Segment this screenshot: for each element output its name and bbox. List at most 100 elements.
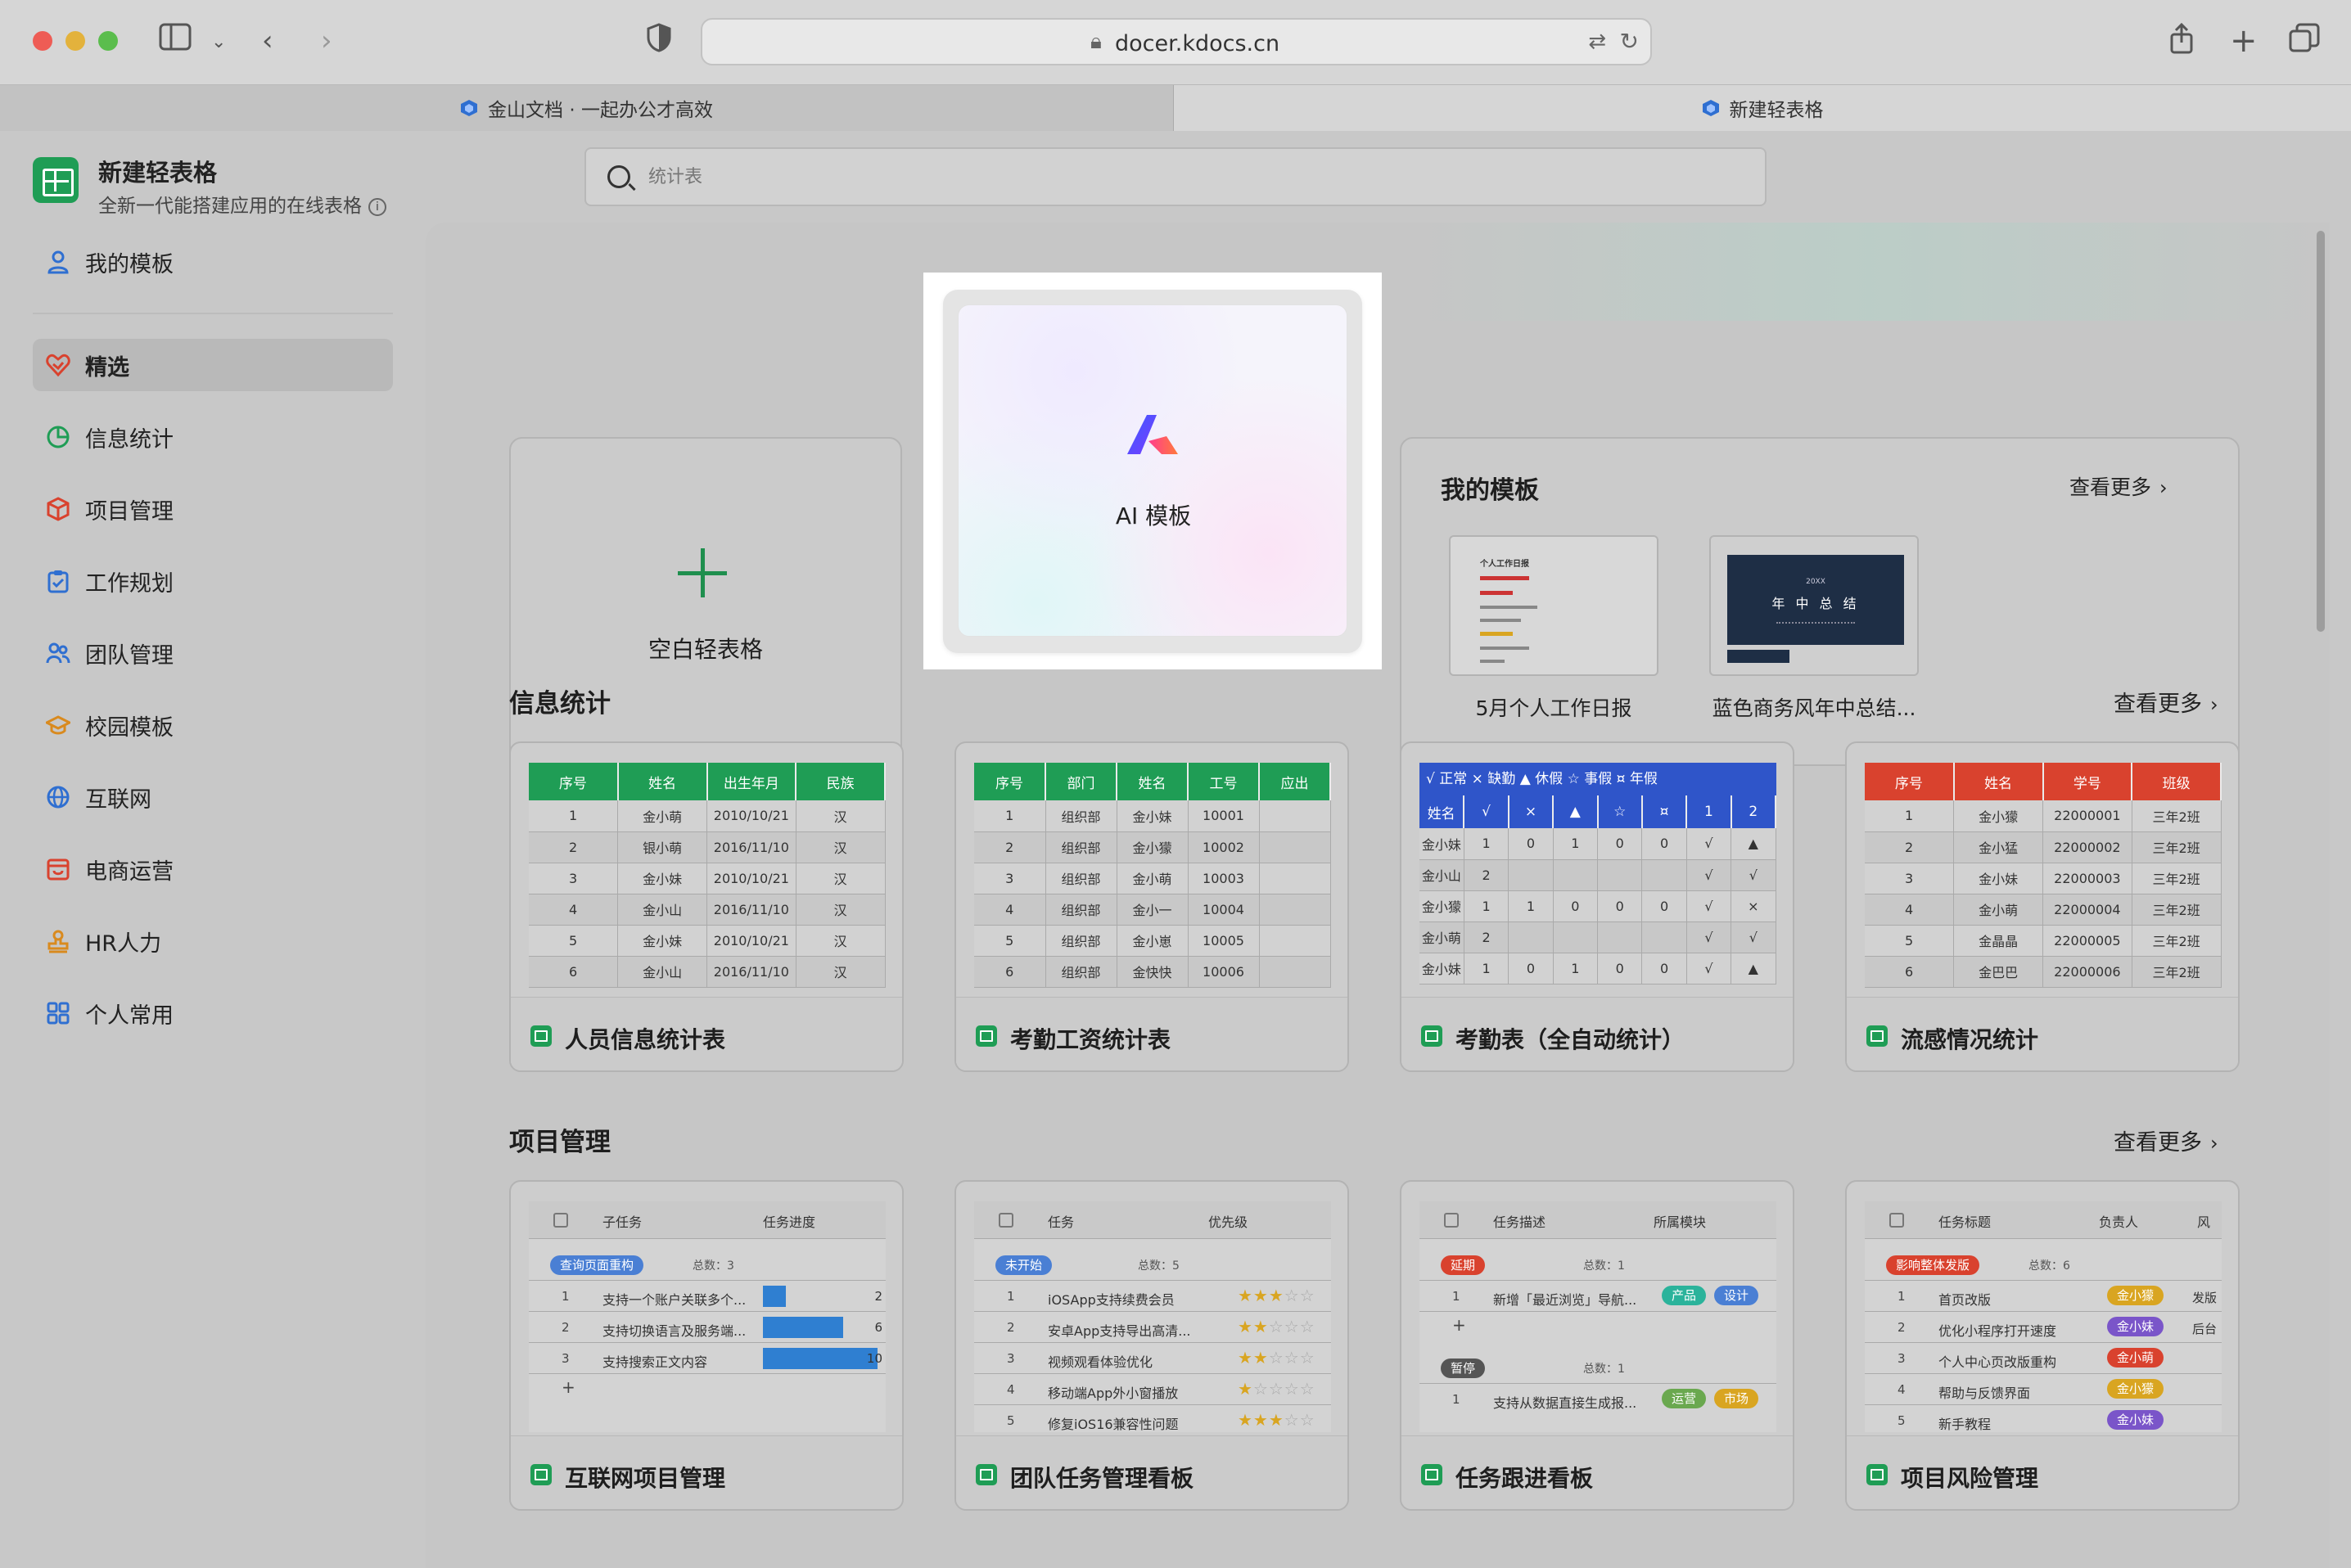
template-card[interactable]: √ 正常 × 缺勤 ▲ 休假 ☆ 事假 ¤ 年假 姓名 √ × ▲ ☆ ¤ 1 2 金小妹 1 0 1 0… [1400, 741, 1794, 1072]
template-card[interactable]: 序号 姓名 出生年月 民族 1 金小萌 2010/10/21 汉 2 银小萌 2016/11/10 汉… [509, 741, 904, 1072]
table-cell: √ [1731, 921, 1776, 953]
shield-icon[interactable] [647, 23, 671, 61]
sidebar-item-1[interactable]: 信息统计 [33, 411, 393, 463]
sidebar-item-6[interactable]: 互联网 [33, 771, 393, 823]
reload-icon[interactable]: ↻ [1620, 28, 1639, 55]
table-cell: 金小山 [617, 894, 707, 926]
minimize-window-button[interactable] [65, 31, 85, 51]
tab-new-sheet[interactable]: 新建轻表格 [1174, 85, 2351, 131]
table-cell: 2016/11/10 [706, 894, 796, 926]
tab-kdocs-home[interactable]: 金山文档 · 一起办公才高效 [0, 85, 1174, 131]
sidebar-item-2[interactable]: 项目管理 [33, 483, 393, 535]
row-number: 3 [562, 1351, 570, 1366]
tag-pill: 市场 [1714, 1389, 1759, 1408]
table-header-cell: 班级 [2132, 763, 2222, 800]
preview-table: 序号 部门 姓名 工号 应出 1 组织部 金小妹 10001 2 组织部 金小獴 10002 3 组织部 金小… [974, 763, 1331, 988]
sheet-logo-line [43, 180, 69, 182]
search-box[interactable] [584, 147, 1767, 206]
plus-icon: + [562, 1377, 575, 1397]
table-cell: 4 [1865, 894, 1955, 926]
translate-icon[interactable]: ⇄ [1588, 29, 1606, 54]
tab-label: 新建轻表格 [1729, 100, 1824, 121]
ai-template-card[interactable]: AI 模板 [943, 290, 1362, 653]
scrollbar[interactable] [2317, 231, 2325, 632]
progress-bar [763, 1317, 843, 1338]
sidebar-item-5[interactable]: 校园模板 [33, 699, 393, 751]
table-cell: 三年2班 [2132, 956, 2222, 988]
table-header-cell: 序号 [1865, 763, 1955, 800]
template-card[interactable]: 序号 部门 姓名 工号 应出 1 组织部 金小妹 10001 2 组织部 金小獴 10002 3 组织部 金小… [954, 741, 1349, 1072]
table-cell: 金小萌 [617, 800, 707, 832]
chevron-down-icon[interactable]: ⌄ [211, 25, 226, 61]
table-cell: ▲ [1731, 953, 1776, 985]
kanban-preview: 任务 优先级 未开始 总数：5 1 iOSApp支持续费会员 ★★★☆☆ 2 安卓App支持导出… [974, 1201, 1331, 1432]
template-thumb-daily-report[interactable]: 个人工作日报 [1449, 535, 1658, 676]
row-title: 帮助与反馈界面 [1938, 1386, 2031, 1401]
table-cell: √ [1686, 828, 1732, 860]
sidebar-item-label: 团队管理 [85, 642, 174, 669]
table-header-cell: √ [1464, 795, 1509, 828]
share-icon[interactable] [2169, 22, 2194, 63]
address-bar[interactable]: 🔒︎ docer.kdocs.cn ⇄ ↻ [701, 18, 1652, 65]
template-thumb-midyear-summary[interactable]: 20XX 年 中 总 结 [1709, 535, 1919, 676]
ai-template-label: AI 模板 [1115, 502, 1192, 529]
thumb-line [1480, 660, 1505, 663]
chevron-right-icon: › [2159, 476, 2168, 499]
table-cell: √ [1731, 859, 1776, 891]
table-row: 5 金晶晶 22000005 三年2班 [1865, 925, 2222, 957]
section-see-more-project[interactable]: 查看更多 › [2114, 1124, 2218, 1156]
template-card[interactable]: 任务描述 所属模块 延期 总数：1 1 新增「最近浏览」导航... 产品 设计 + 暂停 总数：1 1… [1400, 1180, 1794, 1511]
my-templates-see-more[interactable]: 查看更多 › [2069, 471, 2168, 501]
sidebar-item-my-templates[interactable]: 我的模板 [33, 236, 393, 288]
template-preview: 序号 部门 姓名 工号 应出 1 组织部 金小妹 10001 2 组织部 金小獴 10002 3 组织部 金小… [974, 763, 1331, 994]
section-see-more-info[interactable]: 查看更多 › [2114, 686, 2218, 718]
table-cell: 0 [1508, 953, 1554, 985]
sidebar-toggle-icon[interactable] [159, 23, 192, 60]
group-pill: 影响整体发版 [1886, 1255, 1980, 1275]
table-cell: 3 [1865, 863, 1955, 894]
template-card[interactable]: 序号 姓名 学号 班级 1 金小獴 22000001 三年2班 2 金小猛 22000002 三年2班… [1845, 741, 2240, 1072]
back-icon[interactable]: ‹ [262, 23, 273, 59]
tab-overview-icon[interactable] [2289, 23, 2320, 61]
table-cell [1641, 921, 1687, 953]
sidebar-item-3[interactable]: 工作规划 [33, 555, 393, 607]
zoom-window-button[interactable] [98, 31, 118, 51]
sidebar-item-label: 个人常用 [85, 1003, 174, 1029]
table-cell: 5 [529, 925, 619, 957]
table-cell: 0 [1597, 953, 1643, 985]
table-cell: 金小猛 [1953, 831, 2043, 863]
template-card[interactable]: 任务标题 负责人风影响整体发版 总数：6 1 首页改版 金小獴 发版 2 优化小程序打开速度 金小… [1845, 1180, 2240, 1511]
table-cell: 三年2班 [2132, 831, 2222, 863]
info-icon[interactable]: i [368, 197, 386, 216]
table-cell: 2010/10/21 [706, 925, 796, 957]
forward-icon[interactable]: › [321, 23, 332, 59]
table-row: 1 组织部 金小妹 10001 [974, 800, 1331, 832]
table-row: 5 金小妹 2010/10/21 汉 [529, 925, 886, 957]
checkbox [1444, 1213, 1459, 1228]
heart-badge-icon [46, 353, 70, 377]
sidebar-item-7[interactable]: 电商运营 [33, 843, 393, 895]
table-cell [1259, 925, 1331, 957]
search-input[interactable] [648, 160, 1712, 193]
close-window-button[interactable] [33, 31, 52, 51]
template-card[interactable]: 任务 优先级 未开始 总数：5 1 iOSApp支持续费会员 ★★★☆☆ 2 安卓App支持导出… [954, 1180, 1349, 1511]
table-row: 3 支持搜索正文内容 10 [529, 1342, 886, 1373]
sidebar-item-9[interactable]: 个人常用 [33, 987, 393, 1039]
template-card[interactable]: 子任务 任务进度 查询页面重构 总数：3 1 支持一个账户关联多个... 2 2 支持切换语言及… [509, 1180, 904, 1511]
table-header-cell: 1 [1686, 795, 1732, 828]
sidebar-item-4[interactable]: 团队管理 [33, 627, 393, 679]
sidebar-item-8[interactable]: HR人力 [33, 915, 393, 967]
app-subtitle-text: 全新一代能搭建应用的在线表格 [98, 196, 362, 217]
thumb-year: 20XX [1806, 578, 1825, 586]
column-header: 任务进度 [763, 1214, 816, 1230]
sheet-icon [1421, 1025, 1442, 1047]
row-title: 安卓App支持导出高清... [1048, 1323, 1191, 1339]
priority-stars: ★★☆☆☆ [1238, 1317, 1315, 1336]
sheet-icon [1866, 1464, 1888, 1485]
new-tab-icon[interactable]: + [2230, 23, 2258, 59]
sidebar-item-0[interactable]: 精选 [33, 339, 393, 391]
table-cell: 金小妹 [617, 863, 707, 894]
table-cell: 22000002 [2042, 831, 2132, 863]
risk-text: 发版 [2192, 1291, 2218, 1305]
table-cell: 2 [529, 831, 619, 863]
